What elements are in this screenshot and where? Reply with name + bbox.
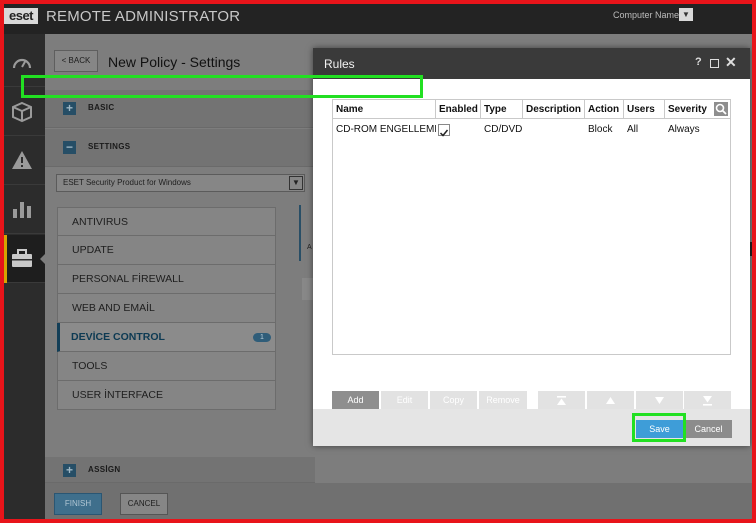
- column-header-severity[interactable]: Severity: [665, 100, 713, 119]
- column-header-enabled[interactable]: Enabled: [436, 100, 481, 119]
- category-device-control-label: DEVİCE CONTROL: [71, 331, 165, 343]
- rule-action-cell: Block: [588, 124, 613, 135]
- move-down-icon: [655, 397, 664, 404]
- category-user-interface[interactable]: USER İNTERFACE: [57, 381, 276, 410]
- active-accent: [4, 235, 7, 283]
- copy-button[interactable]: Copy: [430, 391, 477, 410]
- move-bottom-icon: [703, 396, 712, 406]
- eset-logo: eset: [4, 8, 38, 24]
- dashboard-gauge-icon: [12, 58, 32, 69]
- nav-item-reports[interactable]: [4, 186, 45, 234]
- category-web-and-email[interactable]: WEB AND EMAİL: [57, 294, 276, 323]
- category-device-control[interactable]: DEVİCE CONTROL 1: [57, 323, 276, 352]
- section-assign-label: ASSİGN: [88, 465, 121, 474]
- expand-plus-icon[interactable]: +: [63, 464, 76, 477]
- category-update[interactable]: UPDATE: [57, 236, 276, 265]
- close-icon[interactable]: ✕: [725, 54, 737, 71]
- rules-toolbar: Add Edit Copy Remove: [332, 391, 731, 410]
- rules-table-header: Name Enabled Type Description Action Use…: [333, 100, 730, 119]
- section-assign[interactable]: + ASSİGN: [45, 457, 315, 483]
- section-settings-label: SETTINGS: [88, 142, 131, 151]
- enabled-checkbox[interactable]: [438, 124, 450, 137]
- collapse-minus-icon[interactable]: −: [63, 141, 76, 154]
- maximize-icon[interactable]: [710, 59, 719, 68]
- move-bottom-button[interactable]: [684, 391, 731, 410]
- move-top-button[interactable]: [538, 391, 585, 410]
- rule-severity-cell: Always: [668, 124, 700, 135]
- nav-item-threats[interactable]: [4, 137, 45, 185]
- expand-plus-icon[interactable]: +: [63, 102, 76, 115]
- table-row[interactable]: CD-ROM ENGELLEME CD/DVD Block All Always: [333, 120, 730, 140]
- finish-button[interactable]: FINISH: [54, 493, 102, 515]
- dialog-body: Name Enabled Type Description Action Use…: [313, 79, 750, 410]
- move-down-button[interactable]: [636, 391, 683, 410]
- category-personal-firewall[interactable]: PERSONAL FİREWALL: [57, 265, 276, 294]
- cancel-button[interactable]: CANCEL: [120, 493, 168, 515]
- admin-briefcase-icon: [12, 249, 32, 267]
- screenshot-frame: eset REMOTE ADMINISTRATOR Computer Name …: [0, 0, 756, 523]
- rule-users-cell: All: [627, 124, 639, 135]
- product-select[interactable]: ESET Security Product for Windows ▼: [56, 174, 305, 192]
- reports-chart-icon: [13, 202, 31, 218]
- threats-warning-icon: [12, 151, 32, 169]
- section-settings[interactable]: − SETTINGS: [45, 129, 315, 167]
- top-bar: eset REMOTE ADMINISTRATOR Computer Name …: [4, 4, 752, 34]
- back-button[interactable]: < BACK: [54, 50, 98, 72]
- settings-panel-edge: [299, 205, 309, 261]
- category-antivirus[interactable]: ANTIVIRUS: [57, 207, 276, 236]
- help-icon[interactable]: ?: [695, 56, 702, 68]
- category-tools[interactable]: TOOLS: [57, 352, 276, 381]
- column-header-action[interactable]: Action: [585, 100, 624, 119]
- column-header-users[interactable]: Users: [624, 100, 665, 119]
- search-icon-glyph: [715, 103, 727, 115]
- save-button-highlight: [632, 413, 686, 442]
- rules-dialog: Rules ? ✕ Name Enabled Type Description …: [313, 48, 750, 446]
- nav-item-admin[interactable]: [4, 235, 48, 283]
- computers-box-icon: [12, 101, 32, 123]
- app-title: REMOTE ADMINISTRATOR: [46, 8, 241, 25]
- rules-table: Name Enabled Type Description Action Use…: [332, 99, 731, 355]
- computer-name-label[interactable]: Computer Name: [613, 10, 679, 20]
- remove-button[interactable]: Remove: [479, 391, 527, 410]
- checkmark-icon: [439, 129, 449, 137]
- settings-panel-text: A: [307, 244, 312, 251]
- chevron-down-icon[interactable]: ▼: [289, 176, 303, 190]
- column-header-description[interactable]: Description: [523, 100, 585, 119]
- rule-type-cell: CD/DVD: [484, 124, 523, 135]
- page-title: New Policy - Settings: [108, 54, 241, 70]
- column-header-name[interactable]: Name: [333, 100, 436, 119]
- search-icon[interactable]: [714, 102, 728, 116]
- bottom-action-bar: FINISH CANCEL: [45, 483, 752, 519]
- product-select-value: ESET Security Product for Windows: [63, 178, 191, 187]
- rule-name-cell: CD-ROM ENGELLEME: [336, 124, 436, 135]
- rule-count-badge: 1: [253, 333, 271, 342]
- section-basic-label: BASIC: [88, 103, 115, 112]
- rule-description-cell: [523, 120, 585, 140]
- add-button[interactable]: Add: [332, 391, 379, 410]
- column-header-type[interactable]: Type: [481, 100, 523, 119]
- dialog-cancel-button[interactable]: Cancel: [685, 420, 732, 438]
- chevron-down-icon[interactable]: ▼: [679, 8, 693, 21]
- edit-button[interactable]: Edit: [381, 391, 428, 410]
- move-up-button[interactable]: [587, 391, 634, 410]
- move-up-icon: [606, 397, 615, 404]
- move-top-icon: [557, 396, 566, 405]
- category-list: ANTIVIRUS UPDATE PERSONAL FİREWALL WEB A…: [57, 207, 276, 410]
- left-nav: [4, 34, 48, 519]
- dialog-title: Rules: [324, 57, 355, 71]
- rule-row-highlight: [21, 75, 423, 98]
